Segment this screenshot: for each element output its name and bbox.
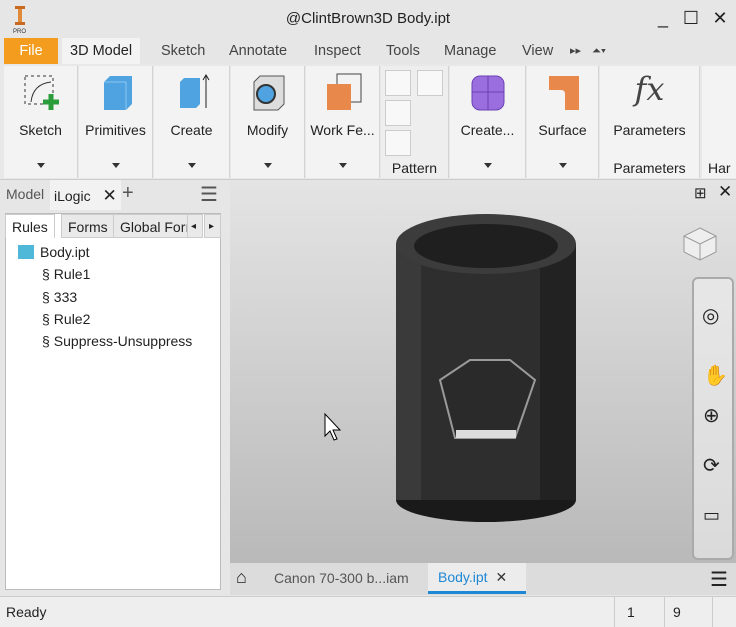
tab-rules[interactable]: Rules [5, 214, 55, 238]
scroll-right-button[interactable]: ▸ [204, 214, 221, 238]
title-bar: PRO @ClintBrown3D Body.ipt _ ☐ ✕ [0, 0, 736, 38]
tab-inspect[interactable]: Inspect [306, 38, 369, 64]
modify-button[interactable]: Modify [231, 66, 305, 178]
harness-panel[interactable]: Har [702, 66, 736, 178]
parameters-group-label[interactable]: Parameters [600, 160, 699, 176]
svg-text:PRO: PRO [13, 29, 26, 34]
window-title: @ClintBrown3D Body.ipt [285, 10, 451, 27]
status-text: Ready [6, 604, 47, 620]
add-tab-button[interactable]: + [122, 182, 134, 205]
steering-wheel-icon[interactable]: ◎ [702, 303, 719, 328]
lens-body-model [324, 214, 576, 522]
close-icon[interactable]: ✕ [495, 569, 507, 585]
split-view-icon[interactable]: ⊞ [694, 184, 707, 202]
doc-tab-body[interactable]: Body.ipt ✕ [428, 563, 526, 594]
ribbon: Sketch Primitives Create Modify Work Fe.… [0, 64, 736, 180]
primitives-button[interactable]: Primitives [79, 66, 153, 178]
tab-3d-model[interactable]: 3D Model [62, 38, 141, 64]
rectangular-pattern-icon[interactable] [385, 70, 411, 96]
tab-ilogic[interactable]: iLogic ✕ [50, 180, 121, 210]
mirror-icon[interactable] [417, 70, 443, 96]
work-features-button[interactable]: Work Fe... [306, 66, 380, 178]
scroll-left-button[interactable]: ◂ [187, 214, 203, 238]
3d-viewport[interactable]: ⊞ ✕ [230, 180, 736, 563]
menu-icon[interactable]: ☰ [200, 182, 218, 207]
look-at-icon[interactable]: ▭ [703, 505, 720, 526]
rule-scroll-icon: § [42, 266, 50, 282]
box-icon [103, 76, 132, 110]
orbit-icon[interactable]: ⟳ [703, 453, 720, 478]
tab-annotate[interactable]: Annotate [221, 38, 295, 64]
pattern-panel: Pattern [381, 66, 449, 178]
parameters-button[interactable]: fx Parameters Parameters [600, 66, 700, 178]
freeform-icon [471, 75, 504, 111]
hole-icon [253, 75, 284, 111]
work-plane-icon [326, 73, 361, 110]
navigation-bar[interactable]: ◎ ✋ ⊕ ⟳ ▭ [692, 277, 734, 560]
document-tabs: ⌂ Canon 70-300 b...iam Body.ipt ✕ ☰ [230, 563, 736, 595]
rule-item[interactable]: § Suppress-Unsuppress [42, 333, 192, 349]
fx-icon: fx [634, 70, 665, 108]
ribbon-tabs: File 3D Model Sketch Annotate Inspect To… [0, 38, 736, 64]
tab-view[interactable]: View [514, 38, 561, 64]
ribbon-display-icon[interactable]: ⏶▾ [584, 38, 614, 64]
sketch-pattern-icon[interactable] [385, 130, 411, 156]
status-value: 9 [664, 597, 689, 627]
sketch-icon [24, 75, 59, 110]
resize-grip[interactable] [712, 597, 713, 627]
tab-model[interactable]: Model [6, 186, 44, 202]
create-freeform-button[interactable]: Create... [450, 66, 526, 178]
menu-icon[interactable]: ☰ [710, 567, 728, 592]
doc-tab-canon[interactable]: Canon 70-300 b...iam [274, 570, 409, 586]
close-view-icon[interactable]: ✕ [718, 182, 732, 202]
status-value: 1 [614, 597, 647, 627]
pan-icon[interactable]: ✋ [703, 363, 728, 388]
tab-manage[interactable]: Manage [436, 38, 504, 64]
close-icon[interactable]: ✕ [102, 186, 116, 205]
tab-tools[interactable]: Tools [378, 38, 428, 64]
rule-scroll-icon: § [42, 311, 50, 327]
rule-item[interactable]: § Rule1 [42, 266, 90, 282]
sketch-button[interactable]: Sketch [4, 66, 78, 178]
rule-item[interactable]: § 333 [42, 289, 77, 305]
tab-sketch[interactable]: Sketch [153, 38, 213, 64]
rules-tree [5, 213, 221, 590]
maximize-button[interactable]: ☐ [680, 8, 702, 29]
surface-icon [548, 76, 579, 110]
viewcube-icon[interactable] [680, 224, 720, 264]
home-icon[interactable]: ⌂ [236, 567, 247, 588]
zoom-icon[interactable]: ⊕ [703, 403, 720, 428]
create-button[interactable]: Create [154, 66, 230, 178]
tab-file[interactable]: File [4, 38, 58, 64]
rule-scroll-icon: § [42, 333, 50, 349]
circular-pattern-icon[interactable] [385, 100, 411, 126]
surface-button[interactable]: Surface [527, 66, 599, 178]
mouse-cursor-icon [324, 412, 342, 441]
tree-root[interactable]: Body.ipt [18, 244, 90, 260]
extrude-icon [179, 74, 209, 108]
minimize-button[interactable]: _ [652, 8, 674, 29]
rule-item[interactable]: § Rule2 [42, 311, 90, 327]
rule-scroll-icon: § [42, 289, 50, 305]
pattern-label: Pattern [391, 160, 438, 176]
status-bar: Ready 1 9 [0, 596, 736, 627]
tab-forms[interactable]: Forms [61, 214, 115, 238]
close-button[interactable]: ✕ [709, 8, 731, 29]
part-icon [18, 245, 34, 259]
